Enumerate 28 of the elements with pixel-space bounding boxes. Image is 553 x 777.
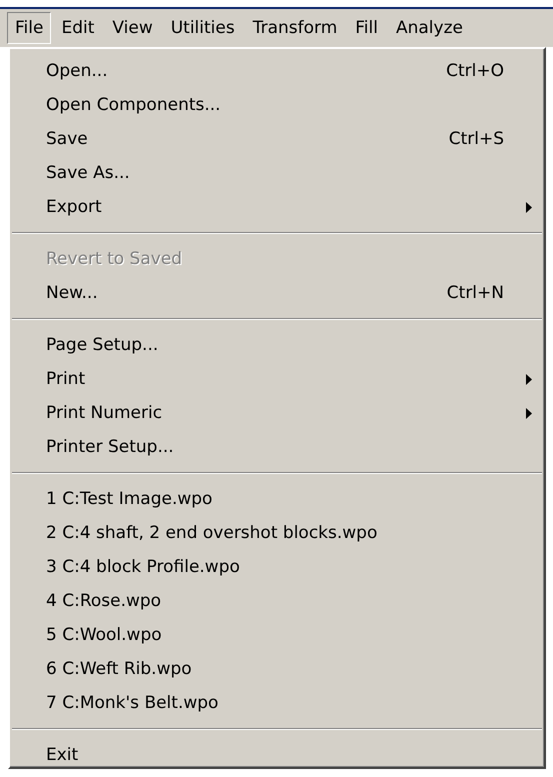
menu-item[interactable]: Print [10,362,544,396]
menu-item[interactable]: 6 C:Weft Rib.wpo [10,652,544,686]
menu-item[interactable]: Open Components... [10,88,544,122]
menu-item[interactable]: Open... Ctrl+O [10,54,544,88]
menu-item[interactable]: Export [10,190,544,224]
menu-item[interactable]: 4 C:Rose.wpo [10,584,544,618]
menu-item[interactable]: 3 C:4 block Profile.wpo [10,550,544,584]
menu-bar-item[interactable]: View [104,12,161,44]
menu-item[interactable]: Save Ctrl+S [10,122,544,156]
menu-item[interactable]: 5 C:Wool.wpo [10,618,544,652]
submenu-arrow-icon [526,408,532,418]
menu-item[interactable]: 7 C:Monk's Belt.wpo [10,686,544,720]
menu-bar-item[interactable]: Analyze [388,12,471,44]
menu-item[interactable]: Printer Setup... [10,430,544,464]
menu-item[interactable]: 2 C:4 shaft, 2 end overshot blocks.wpo [10,516,544,550]
menu-bar-item[interactable]: Transform [244,12,346,44]
menu-bar-item[interactable]: File [7,12,52,44]
menu-bar-item[interactable]: Utilities [162,12,243,44]
menu-item[interactable]: 1 C:Test Image.wpo [10,482,544,516]
menu-bar-item[interactable]: Edit [53,12,102,44]
menu-item[interactable]: New... Ctrl+N [10,276,544,310]
submenu-arrow-icon [526,202,532,212]
menu-item[interactable]: Exit [10,738,544,772]
menu-item[interactable]: Page Setup... [10,328,544,362]
menu-bar-item[interactable]: Fill [347,12,386,44]
submenu-arrow-icon [526,374,532,384]
menu-item[interactable]: Save As... [10,156,544,190]
menu-item[interactable]: Print Numeric [10,396,544,430]
